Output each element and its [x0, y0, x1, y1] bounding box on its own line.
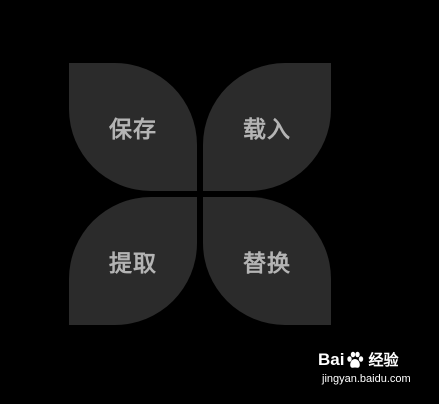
extract-label: 提取 [109, 251, 157, 277]
load-label: 载入 [243, 117, 291, 143]
baidu-jingyan-watermark: Bai 经验 jingyan.baidu.com [318, 350, 430, 394]
watermark-url: jingyan.baidu.com [322, 373, 411, 385]
replace-button[interactable]: 替换 [203, 197, 331, 325]
paw-icon [347, 351, 364, 368]
watermark-brand-suffix: 经验 [368, 351, 399, 369]
watermark-brand: Bai [318, 350, 345, 369]
load-button[interactable]: 载入 [203, 63, 331, 191]
save-button[interactable]: 保存 [69, 63, 197, 191]
save-label: 保存 [109, 117, 157, 143]
replace-label: 替换 [243, 251, 291, 277]
watermark-logo: Bai 经验 [318, 350, 398, 370]
radial-menu: 保存 载入 提取 替换 [0, 0, 439, 404]
extract-button[interactable]: 提取 [69, 197, 197, 325]
